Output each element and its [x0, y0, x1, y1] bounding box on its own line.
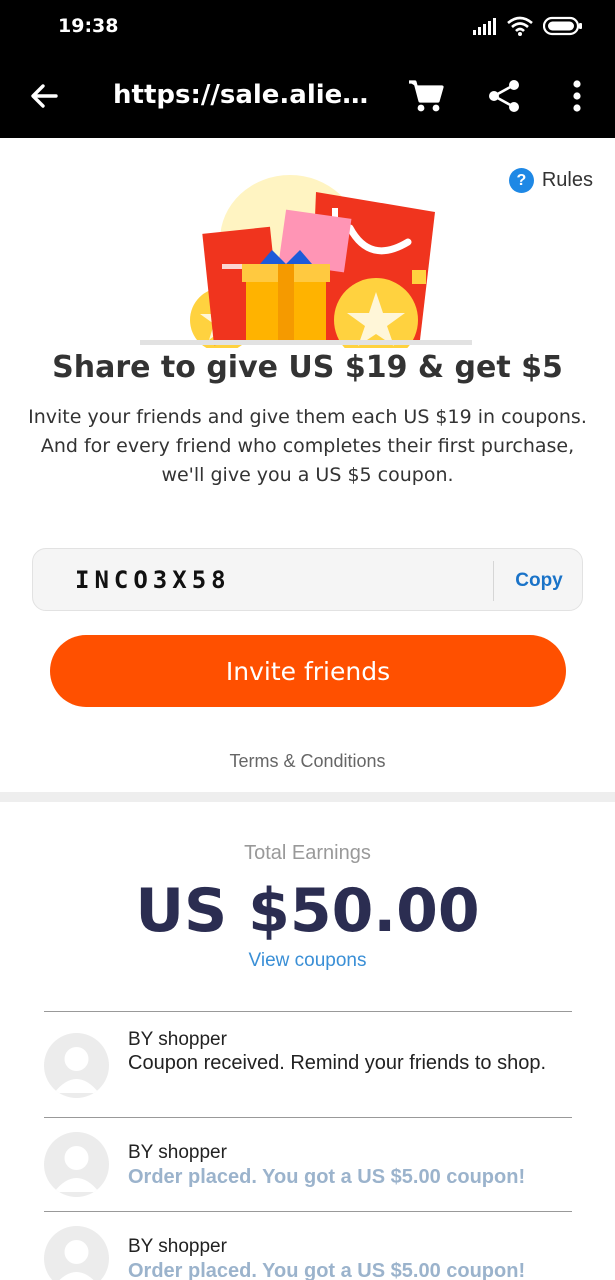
list-item: BY shopper Order placed. You got a US $5… — [44, 1117, 572, 1211]
browser-toolbar: https://sale.aliexpr... — [0, 56, 615, 138]
url-text[interactable]: https://sale.aliexpr... — [113, 80, 383, 110]
feed-user-name: BY shopper — [128, 1029, 227, 1050]
activity-feed: BY shopper Coupon received. Remind your … — [44, 1011, 572, 1280]
copy-button[interactable]: Copy — [494, 549, 584, 612]
rules-label: Rules — [541, 169, 593, 191]
invite-code-box: INCO3X58 Copy — [32, 548, 583, 611]
more-vert-icon[interactable] — [560, 76, 594, 116]
section-divider — [0, 792, 615, 802]
list-item: BY shopper Coupon received. Remind your … — [44, 1011, 572, 1117]
total-earnings-label: Total Earnings — [244, 842, 371, 864]
rules-link[interactable]: ? Rules — [508, 168, 593, 193]
back-arrow-icon[interactable] — [26, 78, 62, 114]
promo-description: Invite your friends and give them each U… — [28, 406, 587, 486]
wifi-icon — [507, 16, 533, 36]
status-bar: 19:38 — [0, 0, 615, 56]
avatar — [44, 1132, 109, 1197]
invite-code: INCO3X58 — [75, 566, 231, 594]
list-item: BY shopper Order placed. You got a US $5… — [44, 1211, 572, 1280]
cart-icon[interactable] — [406, 76, 446, 116]
status-icons — [473, 16, 583, 36]
share-icon[interactable] — [484, 76, 524, 116]
feed-message: Coupon received. Remind your friends to … — [128, 1052, 547, 1074]
avatar — [44, 1033, 109, 1098]
view-coupons-link[interactable]: View coupons — [0, 950, 615, 972]
status-time: 19:38 — [58, 15, 119, 37]
feed-user-name: BY shopper — [128, 1236, 227, 1257]
gift-illustration — [140, 175, 472, 348]
help-icon: ? — [508, 168, 534, 193]
avatar — [44, 1226, 109, 1280]
promo-headline: Share to give US $19 & get $5 — [52, 350, 563, 385]
feed-user-name: BY shopper — [128, 1142, 227, 1163]
terms-link[interactable]: Terms & Conditions — [0, 751, 615, 772]
invite-friends-button[interactable]: Invite friends — [50, 635, 566, 707]
battery-icon — [543, 16, 582, 36]
feed-message: Order placed. You got a US $5.00 coupon! — [128, 1260, 526, 1280]
signal-icon — [473, 18, 496, 35]
total-earnings-value: US $50.00 — [135, 876, 480, 946]
feed-message: Order placed. You got a US $5.00 coupon! — [128, 1166, 526, 1188]
